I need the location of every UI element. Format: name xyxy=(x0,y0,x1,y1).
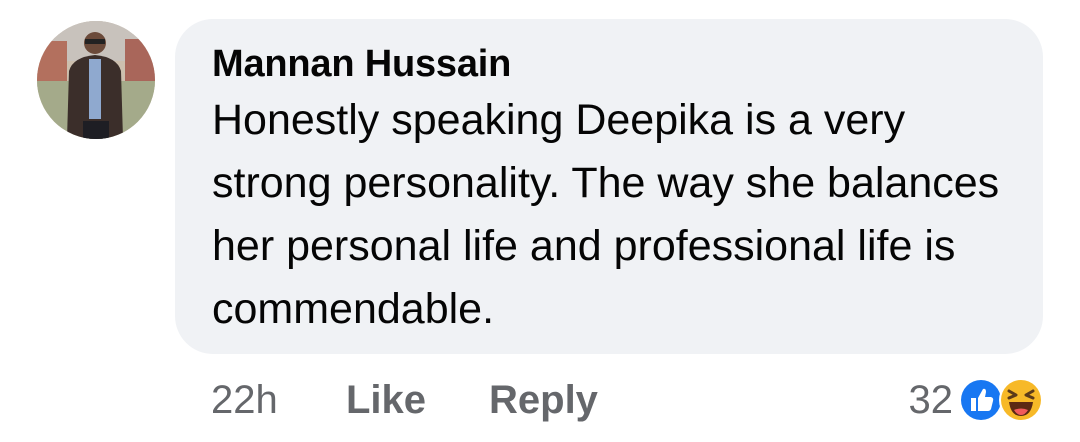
avatar[interactable] xyxy=(37,21,155,139)
reaction-count: 32 xyxy=(908,377,954,422)
reply-button[interactable]: Reply xyxy=(489,378,598,423)
comment-timestamp[interactable]: 22h xyxy=(211,378,278,423)
haha-reaction-icon xyxy=(999,378,1043,422)
comment-author[interactable]: Mannan Hussain xyxy=(212,41,1013,87)
comment-actions: 22h Like Reply 32 xyxy=(0,372,1080,428)
reaction-summary[interactable]: 32 xyxy=(909,372,1046,428)
comment-bubble: Mannan Hussain Honestly speaking Deepika… xyxy=(175,19,1043,354)
comment-text: Honestly speaking Deepika is a very stro… xyxy=(212,96,1000,333)
like-button[interactable]: Like xyxy=(346,378,426,423)
profile-photo xyxy=(37,21,155,139)
